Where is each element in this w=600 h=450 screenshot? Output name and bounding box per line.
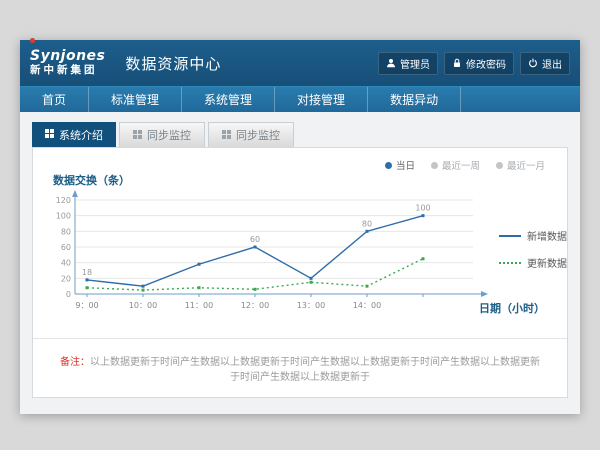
svg-text:60: 60 (61, 243, 71, 252)
admin-user-label: 管理员 (400, 56, 430, 71)
logo-red-dot-icon (30, 38, 35, 43)
footnote: 备注：以上数据更新于时间产生数据以上数据更新于时间产生数据以上数据更新于时间产生… (33, 338, 567, 383)
power-icon (528, 58, 538, 68)
change-password-label: 修改密码 (466, 56, 506, 71)
legend-filter-label: 最近一周 (442, 158, 480, 172)
legend-filter-label: 当日 (396, 158, 415, 172)
legend-filter-dot (496, 162, 503, 169)
header: Synjones 新中新集团 数据资源中心 管理员 修改密码 (20, 40, 580, 86)
app-window: Synjones 新中新集团 数据资源中心 管理员 修改密码 (20, 40, 580, 414)
footnote-prefix: 备注： (60, 357, 90, 368)
svg-text:80: 80 (362, 219, 372, 228)
svg-text:13：00: 13：00 (297, 301, 325, 310)
legend-filter-label: 最近一月 (507, 158, 545, 172)
legend-filter-today[interactable]: 当日 (385, 158, 415, 172)
series-line-sample (499, 235, 521, 237)
svg-text:100: 100 (415, 204, 430, 213)
legend-filter-dot (385, 162, 392, 169)
legend-filter-dot (431, 162, 438, 169)
lock-icon (452, 58, 462, 68)
svg-text:40: 40 (61, 259, 71, 268)
series-name: 更新数据 (527, 255, 567, 270)
logout-label: 退出 (542, 56, 562, 71)
header-actions: 管理员 修改密码 退出 (378, 52, 570, 75)
svg-text:10：00: 10：00 (129, 301, 157, 310)
svg-text:18: 18 (82, 268, 92, 277)
series-line-sample (499, 262, 521, 264)
nav-item-interface-mgmt[interactable]: 对接管理 (275, 87, 368, 112)
y-axis-title: 数据交换（条） (53, 172, 130, 188)
svg-text:120: 120 (56, 196, 71, 205)
svg-text:80: 80 (61, 227, 71, 236)
brand-company: 新中新集团 (30, 65, 105, 77)
line-chart: 0 20 40 60 80 100 120 9：00 10：00 11：00 12：00 13：00 1… (45, 190, 495, 326)
svg-text:12：00: 12：00 (241, 301, 269, 310)
tab-bar: 系统介绍 同步监控 同步监控 (32, 122, 294, 147)
nav-item-home[interactable]: 首页 (20, 87, 89, 112)
content-area: 系统介绍 同步监控 同步监控 当日 (20, 112, 580, 414)
nav-item-standard-mgmt[interactable]: 标准管理 (89, 87, 182, 112)
svg-text:20: 20 (61, 274, 71, 283)
svg-text:60: 60 (250, 235, 260, 244)
svg-text:100: 100 (56, 212, 71, 221)
svg-text:11：00: 11：00 (185, 301, 213, 310)
tab-sync-monitor-1[interactable]: 同步监控 (119, 122, 205, 147)
legend-filter-last-month[interactable]: 最近一月 (496, 158, 545, 172)
admin-user-button[interactable]: 管理员 (378, 52, 438, 75)
main-nav: 首页 标准管理 系统管理 对接管理 数据异动 (20, 86, 580, 112)
chart-panel: 当日 最近一周 最近一月 数据交换（条） 0 20 40 60 80 100 120 9：00… (32, 147, 568, 398)
tab-label: 同步监控 (236, 127, 280, 143)
grid-icon (133, 129, 142, 142)
nav-item-system-mgmt[interactable]: 系统管理 (182, 87, 275, 112)
brand-logo: Synjones (30, 49, 105, 64)
series-name: 新增数据 (527, 228, 567, 243)
tab-label: 同步监控 (147, 127, 191, 143)
page-title: 数据资源中心 (125, 53, 221, 74)
footnote-text: 以上数据更新于时间产生数据以上数据更新于时间产生数据以上数据更新于时间产生数据以… (90, 357, 540, 383)
user-icon (386, 58, 396, 68)
x-axis-title: 日期（小时） (479, 300, 545, 316)
series-legend-item[interactable]: 新增数据 (499, 228, 567, 243)
legend-filters: 当日 最近一周 最近一月 (385, 158, 545, 172)
tab-sync-monitor-2[interactable]: 同步监控 (208, 122, 294, 147)
svg-text:0: 0 (66, 290, 71, 299)
tab-system-intro[interactable]: 系统介绍 (32, 122, 116, 147)
logout-button[interactable]: 退出 (520, 52, 570, 75)
series-legend-item[interactable]: 更新数据 (499, 255, 567, 270)
change-password-button[interactable]: 修改密码 (444, 52, 514, 75)
brand: Synjones 新中新集团 (30, 49, 105, 77)
legend-filter-last-week[interactable]: 最近一周 (431, 158, 480, 172)
grid-icon (45, 128, 54, 141)
nav-item-data-change[interactable]: 数据异动 (368, 87, 461, 112)
svg-text:14：00: 14：00 (353, 301, 381, 310)
tab-label: 系统介绍 (59, 127, 103, 143)
svg-text:9：00: 9：00 (75, 301, 98, 310)
grid-icon (222, 129, 231, 142)
chart-svg: 0 20 40 60 80 100 120 9：00 10：00 11：00 12：00 13：00 1… (45, 190, 495, 322)
series-legend: 新增数据 更新数据 (499, 228, 567, 270)
